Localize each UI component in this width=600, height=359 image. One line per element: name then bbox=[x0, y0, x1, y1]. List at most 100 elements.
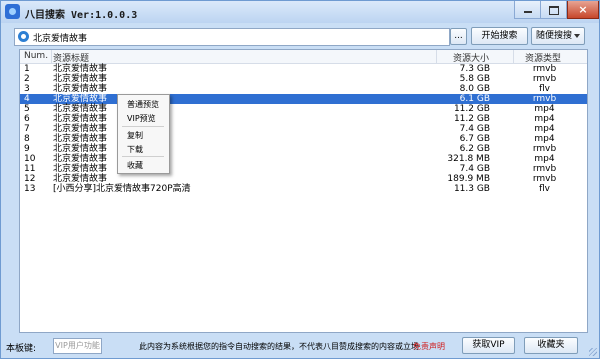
context-menu: 普通预览 VIP预览 复制 下载 收藏 bbox=[117, 94, 170, 174]
table-row[interactable]: 1 北京爱情故事 7.3 GB rmvb bbox=[20, 64, 587, 74]
header-title[interactable]: 资源标题 bbox=[53, 51, 89, 64]
search-value: 北京爱情故事 bbox=[33, 34, 88, 44]
cell-title: 北京爱情故事 bbox=[53, 164, 108, 174]
cell-num: 3 bbox=[24, 84, 30, 94]
cell-num: 7 bbox=[24, 124, 30, 134]
title-bar[interactable]: 八目搜索 Ver:1.0.0.3 × bbox=[1, 1, 599, 23]
cell-title: 北京爱情故事 bbox=[53, 64, 108, 74]
search-icon bbox=[18, 31, 29, 42]
search-input[interactable]: 北京爱情故事 bbox=[14, 28, 450, 46]
cell-num: 11 bbox=[24, 164, 36, 174]
cell-num: 13 bbox=[24, 184, 36, 194]
app-window: 八目搜索 Ver:1.0.0.3 × 北京爱情故事 ... 开始搜索 随便搜搜 … bbox=[0, 0, 600, 359]
cell-type: rmvb bbox=[532, 144, 557, 154]
cell-title: 北京爱情故事 bbox=[53, 124, 108, 134]
cell-num: 2 bbox=[24, 74, 30, 84]
header-size[interactable]: 资源大小 bbox=[453, 51, 489, 64]
cell-title: 北京爱情故事 bbox=[53, 114, 108, 124]
app-logo-icon bbox=[5, 4, 20, 19]
more-options-button[interactable]: ... bbox=[450, 28, 467, 45]
cell-type: flv bbox=[539, 84, 550, 94]
table-row[interactable]: 11 北京爱情故事 7.4 GB rmvb bbox=[20, 164, 587, 174]
cell-type: mp4 bbox=[534, 114, 555, 124]
cell-type: mp4 bbox=[534, 154, 555, 164]
disclaimer-text: 此内容为系统根据您的指令自动搜索的结果，不代表八目赞成搜索的内容或立场 bbox=[139, 342, 419, 351]
cell-size: 8.0 GB bbox=[459, 84, 490, 94]
table-header: Num. 资源标题 资源大小 资源类型 bbox=[20, 50, 587, 64]
table-row[interactable]: 3 北京爱情故事 8.0 GB flv bbox=[20, 84, 587, 94]
cell-size: 11.2 GB bbox=[453, 104, 490, 114]
key-label: 本板键: bbox=[6, 344, 37, 354]
column-divider bbox=[436, 50, 437, 63]
minimize-button[interactable] bbox=[514, 1, 541, 19]
cell-type: rmvb bbox=[532, 174, 557, 184]
start-search-button[interactable]: 开始搜索 bbox=[471, 27, 528, 45]
cell-type: rmvb bbox=[532, 164, 557, 174]
results-table[interactable]: Num. 资源标题 资源大小 资源类型 1 北京爱情故事 7.3 GB rmvb 2 北京… bbox=[19, 49, 588, 333]
maximize-button[interactable] bbox=[541, 1, 567, 19]
cell-type: flv bbox=[539, 184, 550, 194]
cell-size: 11.3 GB bbox=[453, 184, 490, 194]
cell-size: 7.4 GB bbox=[459, 164, 490, 174]
table-row[interactable]: 7 北京爱情故事 7.4 GB mp4 bbox=[20, 124, 587, 134]
table-row[interactable]: 13 [小西分享]北京爱情故事720P高清 11.3 GB flv bbox=[20, 184, 587, 194]
random-search-dropdown[interactable]: 随便搜搜 bbox=[531, 27, 585, 45]
cell-type: mp4 bbox=[534, 104, 555, 114]
cell-size: 7.3 GB bbox=[459, 64, 490, 74]
resize-grip-icon[interactable] bbox=[589, 348, 597, 356]
table-row[interactable]: 10 北京爱情故事 321.8 MB mp4 bbox=[20, 154, 587, 164]
cell-num: 9 bbox=[24, 144, 30, 154]
cell-size: 7.4 GB bbox=[459, 124, 490, 134]
cell-type: mp4 bbox=[534, 124, 555, 134]
get-vip-button[interactable]: 获取VIP bbox=[462, 337, 515, 354]
cell-num: 12 bbox=[24, 174, 36, 184]
header-num[interactable]: Num. bbox=[24, 51, 48, 61]
menu-separator bbox=[122, 156, 164, 157]
cell-title: 北京爱情故事 bbox=[53, 154, 108, 164]
cell-title: 北京爱情故事 bbox=[53, 104, 108, 114]
cell-size: 189.9 MB bbox=[447, 174, 490, 184]
random-search-label: 随便搜搜 bbox=[536, 31, 573, 41]
cell-title: 北京爱情故事 bbox=[53, 174, 108, 184]
cell-size: 321.8 MB bbox=[447, 154, 490, 164]
table-row[interactable]: 2 北京爱情故事 5.8 GB rmvb bbox=[20, 74, 587, 84]
disclaimer-link[interactable]: 免责声明 bbox=[413, 341, 445, 352]
favorites-button[interactable]: 收藏夹 bbox=[524, 337, 578, 354]
menu-item-favorite[interactable]: 收藏 bbox=[127, 160, 143, 171]
cell-num: 5 bbox=[24, 104, 30, 114]
close-button[interactable]: × bbox=[567, 1, 599, 19]
menu-item-vip-preview[interactable]: VIP预览 bbox=[127, 113, 156, 124]
table-row[interactable]: 6 北京爱情故事 11.2 GB mp4 bbox=[20, 114, 587, 124]
table-row[interactable]: 8 北京爱情故事 6.7 GB mp4 bbox=[20, 134, 587, 144]
key-input[interactable]: VIP用户功能 bbox=[53, 338, 102, 354]
cell-title: [小西分享]北京爱情故事720P高清 bbox=[53, 184, 191, 194]
cell-type: rmvb bbox=[532, 64, 557, 74]
cell-num: 4 bbox=[24, 94, 30, 104]
cell-title: 北京爱情故事 bbox=[53, 74, 108, 84]
cell-title: 北京爱情故事 bbox=[53, 94, 108, 104]
cell-size: 6.7 GB bbox=[459, 134, 490, 144]
cell-num: 10 bbox=[24, 154, 36, 164]
window-title: 八目搜索 Ver:1.0.0.3 bbox=[25, 10, 138, 21]
cell-size: 11.2 GB bbox=[453, 114, 490, 124]
menu-separator bbox=[122, 126, 164, 127]
menu-item-normal-preview[interactable]: 普通预览 bbox=[127, 99, 159, 110]
cell-size: 5.8 GB bbox=[459, 74, 490, 84]
cell-num: 8 bbox=[24, 134, 30, 144]
cell-type: rmvb bbox=[532, 74, 557, 84]
header-type[interactable]: 资源类型 bbox=[525, 51, 561, 64]
cell-size: 6.1 GB bbox=[459, 94, 490, 104]
chevron-down-icon bbox=[574, 34, 580, 38]
cell-type: mp4 bbox=[534, 134, 555, 144]
cell-title: 北京爱情故事 bbox=[53, 144, 108, 154]
cell-title: 北京爱情故事 bbox=[53, 134, 108, 144]
table-row[interactable]: 4 北京爱情故事 6.1 GB rmvb bbox=[20, 94, 587, 104]
table-row[interactable]: 12 北京爱情故事 189.9 MB rmvb bbox=[20, 174, 587, 184]
menu-item-copy[interactable]: 复制 bbox=[127, 130, 143, 141]
cell-num: 6 bbox=[24, 114, 30, 124]
menu-item-download[interactable]: 下载 bbox=[127, 144, 143, 155]
table-row[interactable]: 9 北京爱情故事 6.2 GB rmvb bbox=[20, 144, 587, 154]
cell-type: rmvb bbox=[532, 94, 557, 104]
cell-title: 北京爱情故事 bbox=[53, 84, 108, 94]
table-row[interactable]: 5 北京爱情故事 11.2 GB mp4 bbox=[20, 104, 587, 114]
